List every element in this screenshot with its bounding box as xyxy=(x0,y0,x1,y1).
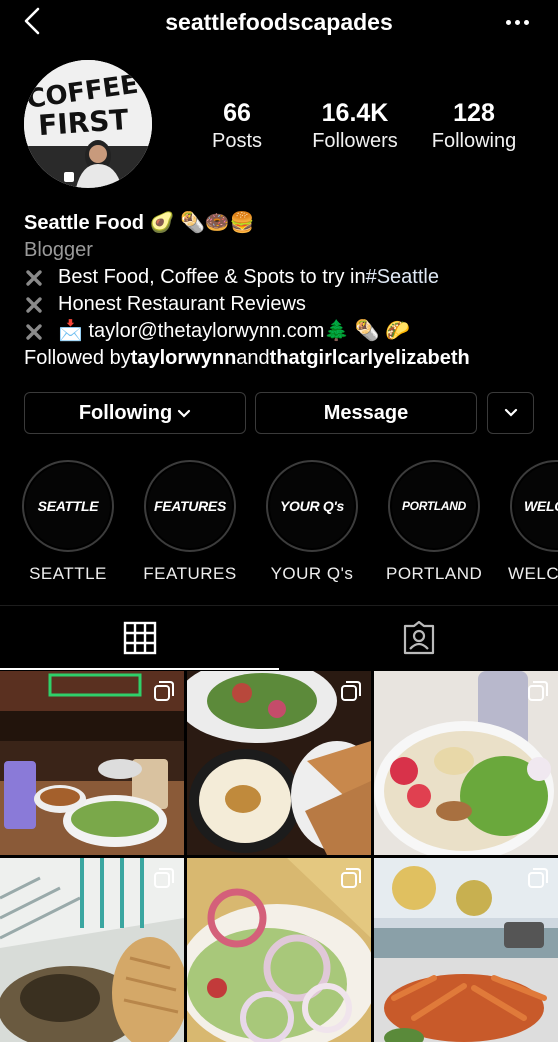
followed-by-and: and xyxy=(236,347,270,369)
avatar-sign-line2: FIRST xyxy=(37,103,129,142)
post-tile-crab-by-the-sea[interactable] xyxy=(374,858,558,1042)
highlight-cover: PORTLAND xyxy=(392,464,476,548)
highlight-your-qs[interactable]: YOUR Q's YOUR Q's xyxy=(264,460,360,584)
profile-category: Blogger xyxy=(24,239,93,261)
bio-line-3: 📩 taylor@thetaylorwynn.com🌲 🌯 🌮 xyxy=(24,318,544,345)
tab-tagged[interactable] xyxy=(279,606,558,670)
highlight-welcome-clip: WELC WELC xyxy=(508,460,558,600)
following-label: Following xyxy=(431,130,517,152)
followed-by-user-2[interactable]: thatgirlcarlyelizabeth xyxy=(270,345,470,372)
x-mark-icon xyxy=(26,269,42,286)
highlight-portland[interactable]: PORTLAND PORTLAND xyxy=(386,460,482,584)
highlight-ring: FEATURES xyxy=(144,460,236,552)
highlight-label: WELC xyxy=(508,564,558,583)
following-button-label: Following xyxy=(78,401,173,424)
more-options-icon[interactable] xyxy=(500,8,534,36)
highlight-ring: WELC xyxy=(510,460,558,552)
highlight-ring: SEATTLE xyxy=(22,460,114,552)
followed-by-user-1[interactable]: taylorwynn xyxy=(131,345,237,372)
suggested-accounts-button[interactable] xyxy=(487,392,534,434)
highlight-cover: WELC xyxy=(514,464,558,548)
message-button[interactable]: Message xyxy=(255,392,477,434)
highlight-label: YOUR Q's xyxy=(270,564,354,583)
highlight-label: FEATURES xyxy=(143,564,237,583)
following-count[interactable]: 128 Following xyxy=(424,98,524,154)
post-tile-onion-salad[interactable] xyxy=(187,858,371,1042)
bio-line-1-text: Best Food, Coffee & Spots to try in xyxy=(58,266,366,288)
followers-label: Followers xyxy=(312,130,398,152)
tagged-icon xyxy=(403,621,434,655)
chevron-down-icon xyxy=(178,409,191,418)
highlight-label: SEATTLE xyxy=(29,564,107,583)
avatar-image: COFFEE FIRST xyxy=(24,60,152,188)
followed-by[interactable]: Followed by taylorwynn and thatgirlcarly… xyxy=(24,345,544,372)
post-tile-poke-bowl[interactable] xyxy=(374,671,558,855)
profile-display-name: Seattle Food 🥑 🌯🍩🍔 xyxy=(24,212,255,234)
multiple-photos-icon xyxy=(341,868,361,888)
followed-by-prefix: Followed by xyxy=(24,347,131,369)
posts-count: 66 Posts xyxy=(196,98,278,154)
posts-label: Posts xyxy=(211,130,263,152)
hashtag-link[interactable]: #Seattle xyxy=(366,264,439,291)
multiple-photos-icon xyxy=(528,868,548,888)
bio-email-text[interactable]: 📩 taylor@thetaylorwynn.com🌲 🌯 🌮 xyxy=(58,318,410,345)
highlight-ring: YOUR Q's xyxy=(266,460,358,552)
highlight-cover: SEATTLE xyxy=(26,464,110,548)
profile-bio: Seattle Food 🥑 🌯🍩🍔 Blogger Best Food, Co… xyxy=(24,210,544,372)
post-tile-ramen-and-boba[interactable] xyxy=(0,671,184,855)
post-tile-salad-hummus-pita[interactable] xyxy=(187,671,371,855)
highlight-label: PORTLAND xyxy=(386,564,483,583)
x-mark-icon xyxy=(26,296,42,313)
x-mark-icon xyxy=(26,323,42,340)
chevron-down-icon xyxy=(504,408,517,417)
highlight-cover: FEATURES xyxy=(148,464,232,548)
multiple-photos-icon xyxy=(154,681,174,701)
highlight-seattle[interactable]: SEATTLE SEATTLE xyxy=(20,460,116,584)
profile-avatar[interactable]: COFFEE FIRST xyxy=(24,60,152,188)
message-button-label: Message xyxy=(323,401,409,424)
posts-value: 66 xyxy=(223,99,251,127)
highlight-features[interactable]: FEATURES FEATURES xyxy=(142,460,238,584)
multiple-photos-icon xyxy=(341,681,361,701)
grid-icon xyxy=(123,621,156,655)
bio-line-2-text: Honest Restaurant Reviews xyxy=(58,293,306,315)
highlight-cover: YOUR Q's xyxy=(270,464,354,548)
tab-grid[interactable] xyxy=(0,606,279,670)
followers-value: 16.4K xyxy=(321,99,389,127)
bio-line-1: Best Food, Coffee & Spots to try in #Sea… xyxy=(24,264,544,291)
bio-line-2: Honest Restaurant Reviews xyxy=(24,291,544,318)
highlight-welcome[interactable]: WELC WELC xyxy=(508,460,558,584)
profile-username: seattlefoodscapades xyxy=(165,9,393,35)
following-button[interactable]: Following xyxy=(24,392,246,434)
followers-count[interactable]: 16.4K Followers xyxy=(300,98,410,154)
active-tab-indicator xyxy=(0,668,279,670)
post-tile-bread-and-clams[interactable] xyxy=(0,858,184,1042)
multiple-photos-icon xyxy=(528,681,548,701)
multiple-photos-icon xyxy=(154,868,174,888)
highlight-ring: PORTLAND xyxy=(388,460,480,552)
following-value: 128 xyxy=(453,99,495,127)
